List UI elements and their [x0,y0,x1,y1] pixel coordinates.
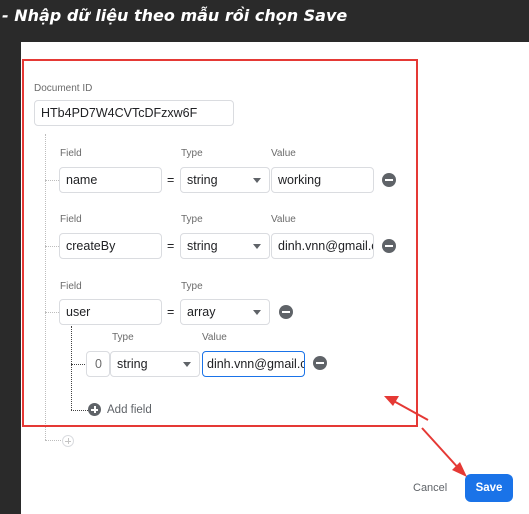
cancel-button[interactable]: Cancel [413,482,447,494]
tutorial-header: - Nhập dữ liệu theo mẫu rồi chọn Save [0,0,529,36]
save-button[interactable]: Save [465,474,513,502]
highlight-rectangle [22,59,418,427]
tutorial-title: - Nhập dữ liệu theo mẫu rồi chọn Save [2,6,348,25]
tree-connector [45,440,61,441]
add-root-field-icon[interactable] [62,435,74,447]
